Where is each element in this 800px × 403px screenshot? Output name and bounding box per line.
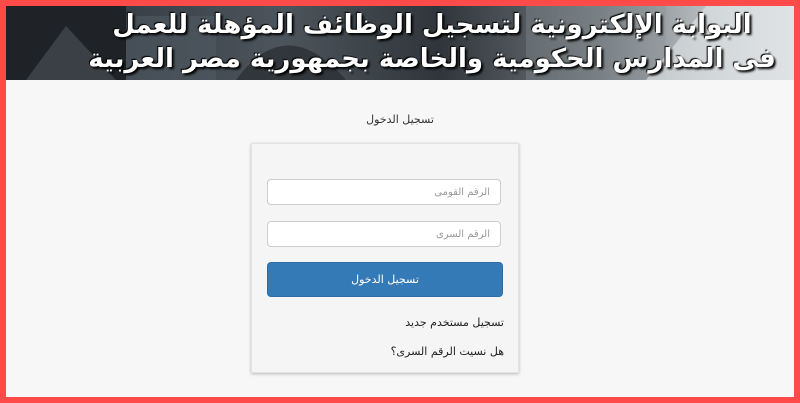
page-frame: البوابة الإلكترونية لتسجيل الوظائف المؤه…	[6, 6, 794, 397]
national-id-input[interactable]	[267, 179, 501, 205]
banner-title: البوابة الإلكترونية لتسجيل الوظائف المؤه…	[82, 8, 782, 76]
banner-title-line-1: البوابة الإلكترونية لتسجيل الوظائف المؤه…	[112, 10, 752, 40]
password-input[interactable]	[267, 221, 501, 247]
login-button[interactable]: تسجيل الدخول	[267, 262, 503, 297]
banner-title-line-2: فى المدارس الحكومية والخاصة بجمهورية مصر…	[88, 44, 776, 74]
register-new-user-link[interactable]: تسجيل مستخدم جديد	[405, 316, 504, 329]
forgot-password-link[interactable]: هل نسيت الرقم السرى؟	[391, 345, 504, 358]
header-banner: البوابة الإلكترونية لتسجيل الوظائف المؤه…	[6, 6, 794, 80]
login-card: تسجيل الدخول تسجيل مستخدم جديد هل نسيت ا…	[251, 143, 519, 373]
login-heading: تسجيل الدخول	[366, 113, 434, 126]
